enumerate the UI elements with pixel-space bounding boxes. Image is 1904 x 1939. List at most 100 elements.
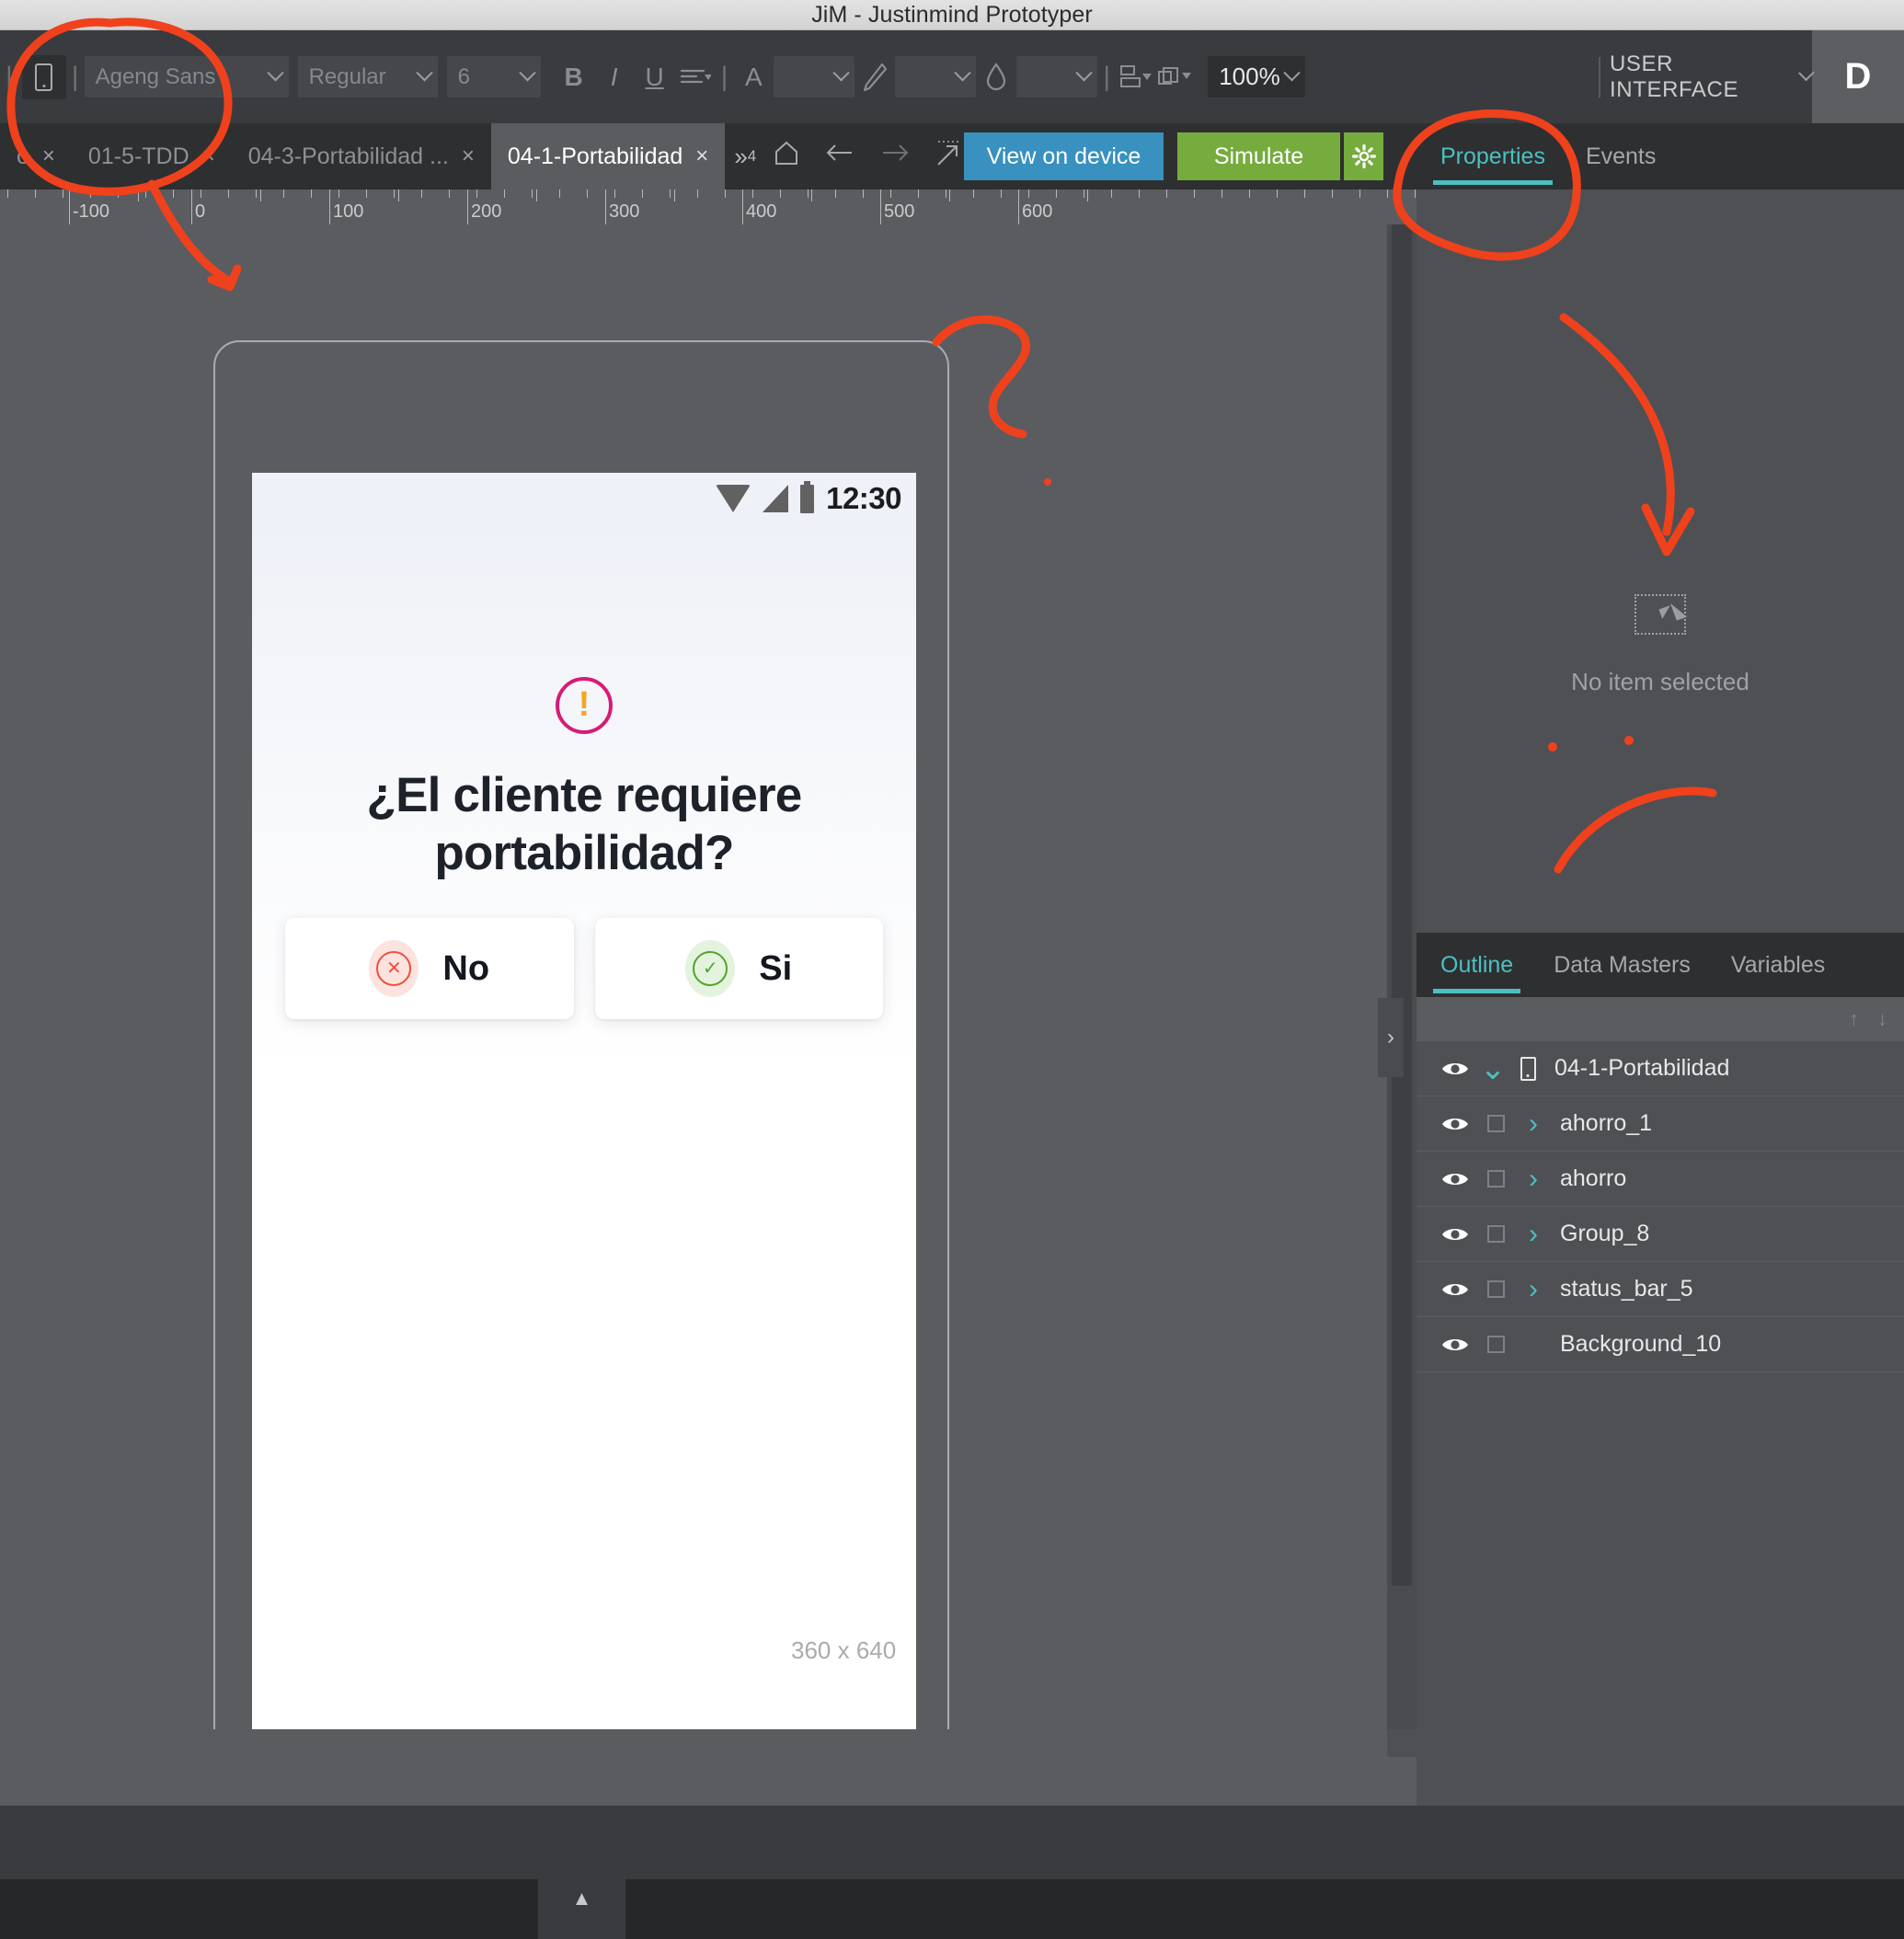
underline-button[interactable]: U bbox=[635, 56, 675, 98]
close-icon[interactable]: × bbox=[695, 143, 708, 169]
tab-overflow-button[interactable]: » 4 bbox=[725, 123, 765, 189]
outline-row[interactable]: Background_10 bbox=[1417, 1317, 1904, 1372]
tab-events[interactable]: Events bbox=[1578, 123, 1663, 189]
visibility-checkbox[interactable] bbox=[1475, 1336, 1516, 1353]
tab-data-masters[interactable]: Data Masters bbox=[1546, 932, 1698, 998]
chevron-right-icon[interactable]: › bbox=[1516, 1274, 1551, 1305]
chevron-right-icon[interactable]: › bbox=[1516, 1164, 1551, 1195]
visibility-checkbox[interactable] bbox=[1475, 1170, 1516, 1187]
tab-01-5-tdd[interactable]: 01-5-TDD × bbox=[72, 123, 232, 189]
outline-row[interactable]: ⌄ 04-1-Portabilidad bbox=[1417, 1041, 1904, 1096]
outline-row[interactable]: › ahorro bbox=[1417, 1152, 1904, 1207]
ruler-tick bbox=[7, 189, 8, 198]
tab-truncated[interactable]: o × bbox=[0, 123, 72, 189]
tab-04-1-portabilidad[interactable]: 04-1-Portabilidad × bbox=[490, 123, 726, 189]
outline-row-label: Background_10 bbox=[1560, 1331, 1722, 1357]
toolbar-divider: | bbox=[71, 61, 79, 92]
home-icon[interactable] bbox=[773, 139, 800, 174]
fill-color-select[interactable] bbox=[1016, 56, 1098, 98]
ruler-tick bbox=[1249, 189, 1250, 198]
cursor-arrow bbox=[1658, 605, 1674, 619]
font-weight-select[interactable]: Regular bbox=[297, 56, 438, 98]
eye-icon[interactable] bbox=[1435, 1115, 1475, 1133]
close-icon[interactable]: × bbox=[462, 143, 475, 169]
eye-icon[interactable] bbox=[1435, 1225, 1475, 1244]
choice-si-button[interactable]: ✓ Si bbox=[594, 918, 883, 1019]
eye-icon[interactable] bbox=[1435, 1280, 1475, 1299]
eye-icon[interactable] bbox=[1435, 1170, 1475, 1188]
pencil-icon[interactable] bbox=[855, 56, 895, 98]
properties-panel-body: No item selected bbox=[1417, 189, 1904, 933]
tab-outline[interactable]: Outline bbox=[1433, 932, 1521, 998]
arrow-left-icon[interactable] bbox=[824, 140, 855, 173]
layers-icon[interactable] bbox=[1156, 56, 1197, 98]
chevron-right-icon[interactable]: › bbox=[1516, 1219, 1551, 1250]
text-align-icon[interactable] bbox=[675, 56, 716, 98]
outline-row[interactable]: › Group_8 bbox=[1417, 1207, 1904, 1262]
visibility-checkbox[interactable] bbox=[1475, 1280, 1516, 1298]
expand-arrow-icon[interactable] bbox=[935, 137, 962, 176]
close-icon[interactable]: × bbox=[42, 143, 55, 169]
chevron-down-icon[interactable]: ⌄ bbox=[1475, 1053, 1510, 1084]
outline-row[interactable]: › ahorro_1 bbox=[1417, 1096, 1904, 1152]
visibility-checkbox[interactable] bbox=[1475, 1225, 1516, 1243]
zoom-level-select[interactable]: 100% bbox=[1208, 56, 1306, 98]
ruler-tick bbox=[1056, 189, 1057, 198]
simulate-button[interactable]: Simulate bbox=[1177, 132, 1340, 180]
chevron-right-icon: › bbox=[1387, 1025, 1394, 1050]
arrow-down-icon[interactable]: ↓ bbox=[1877, 1007, 1887, 1031]
text-color-select[interactable] bbox=[774, 56, 855, 98]
ui-mode-select[interactable]: USER INTERFACE bbox=[1610, 30, 1815, 123]
distribute-icon[interactable] bbox=[1116, 56, 1156, 98]
tab-label: o bbox=[17, 143, 29, 169]
visibility-checkbox[interactable] bbox=[1475, 1115, 1516, 1132]
canvas-vertical-scrollbar[interactable] bbox=[1387, 224, 1417, 1729]
chevron-down-icon bbox=[1283, 64, 1301, 82]
simulate-settings-button[interactable] bbox=[1344, 132, 1383, 180]
ruler-tick bbox=[311, 189, 312, 198]
chevron-right-icon[interactable]: › bbox=[1516, 1108, 1551, 1140]
chevron-down-icon bbox=[415, 64, 433, 82]
phone-screen-preview[interactable]: 12:30 ! ¿El cliente requiere portabilida… bbox=[252, 473, 916, 1820]
canvas-horizontal-scrollbar[interactable] bbox=[0, 1729, 1387, 1757]
phone-screen-body: ! ¿El cliente requiere portabilidad? ✕ N… bbox=[252, 524, 916, 1820]
ruler-label: 500 bbox=[884, 201, 915, 222]
ruler-tick bbox=[1277, 189, 1278, 198]
phone-icon bbox=[1510, 1056, 1545, 1081]
ruler-tick bbox=[421, 189, 422, 198]
outline-row-label: Group_8 bbox=[1560, 1221, 1650, 1246]
selection-cursor-icon bbox=[1634, 594, 1686, 635]
ruler-tick bbox=[366, 189, 367, 198]
chevron-down-icon bbox=[954, 64, 972, 82]
view-on-device-button[interactable]: View on device bbox=[964, 132, 1164, 180]
droplet-icon[interactable] bbox=[976, 56, 1016, 98]
ruler-label: 100 bbox=[333, 201, 364, 222]
choice-button-row: ✕ No ✓ Si bbox=[285, 918, 883, 1019]
user-avatar[interactable]: D bbox=[1812, 30, 1904, 123]
outline-row-label: status_bar_5 bbox=[1560, 1276, 1693, 1302]
outline-row[interactable]: › status_bar_5 bbox=[1417, 1262, 1904, 1317]
close-icon[interactable]: × bbox=[202, 143, 215, 169]
ruler-tick bbox=[780, 189, 781, 198]
arrow-up-icon[interactable]: ↑ bbox=[1849, 1007, 1859, 1031]
bold-button[interactable]: B bbox=[554, 56, 594, 98]
scrollbar-thumb[interactable] bbox=[1392, 224, 1412, 1586]
device-mode-button[interactable] bbox=[21, 54, 66, 99]
ruler-tick bbox=[283, 189, 284, 198]
taskbar-show-hidden-button[interactable]: ▲ bbox=[538, 1879, 625, 1939]
eye-icon[interactable] bbox=[1435, 1060, 1475, 1078]
arrow-right-icon[interactable] bbox=[879, 140, 911, 173]
choice-no-button[interactable]: ✕ No bbox=[285, 918, 574, 1019]
font-size-select[interactable]: 6 bbox=[446, 56, 541, 98]
ruler-tick bbox=[1028, 189, 1029, 198]
ruler-mid-tick bbox=[949, 189, 950, 201]
eye-icon[interactable] bbox=[1435, 1336, 1475, 1354]
ruler-tick bbox=[1304, 189, 1305, 198]
border-color-select[interactable] bbox=[895, 56, 977, 98]
tab-properties[interactable]: Properties bbox=[1433, 123, 1553, 189]
tab-04-3-portabilidad[interactable]: 04-3-Portabilidad ... × bbox=[232, 123, 491, 189]
font-family-select[interactable]: Ageng Sans bbox=[84, 56, 289, 98]
italic-button[interactable]: I bbox=[594, 56, 635, 98]
tab-variables[interactable]: Variables bbox=[1724, 932, 1832, 998]
panel-collapse-handle[interactable]: › bbox=[1378, 998, 1404, 1077]
